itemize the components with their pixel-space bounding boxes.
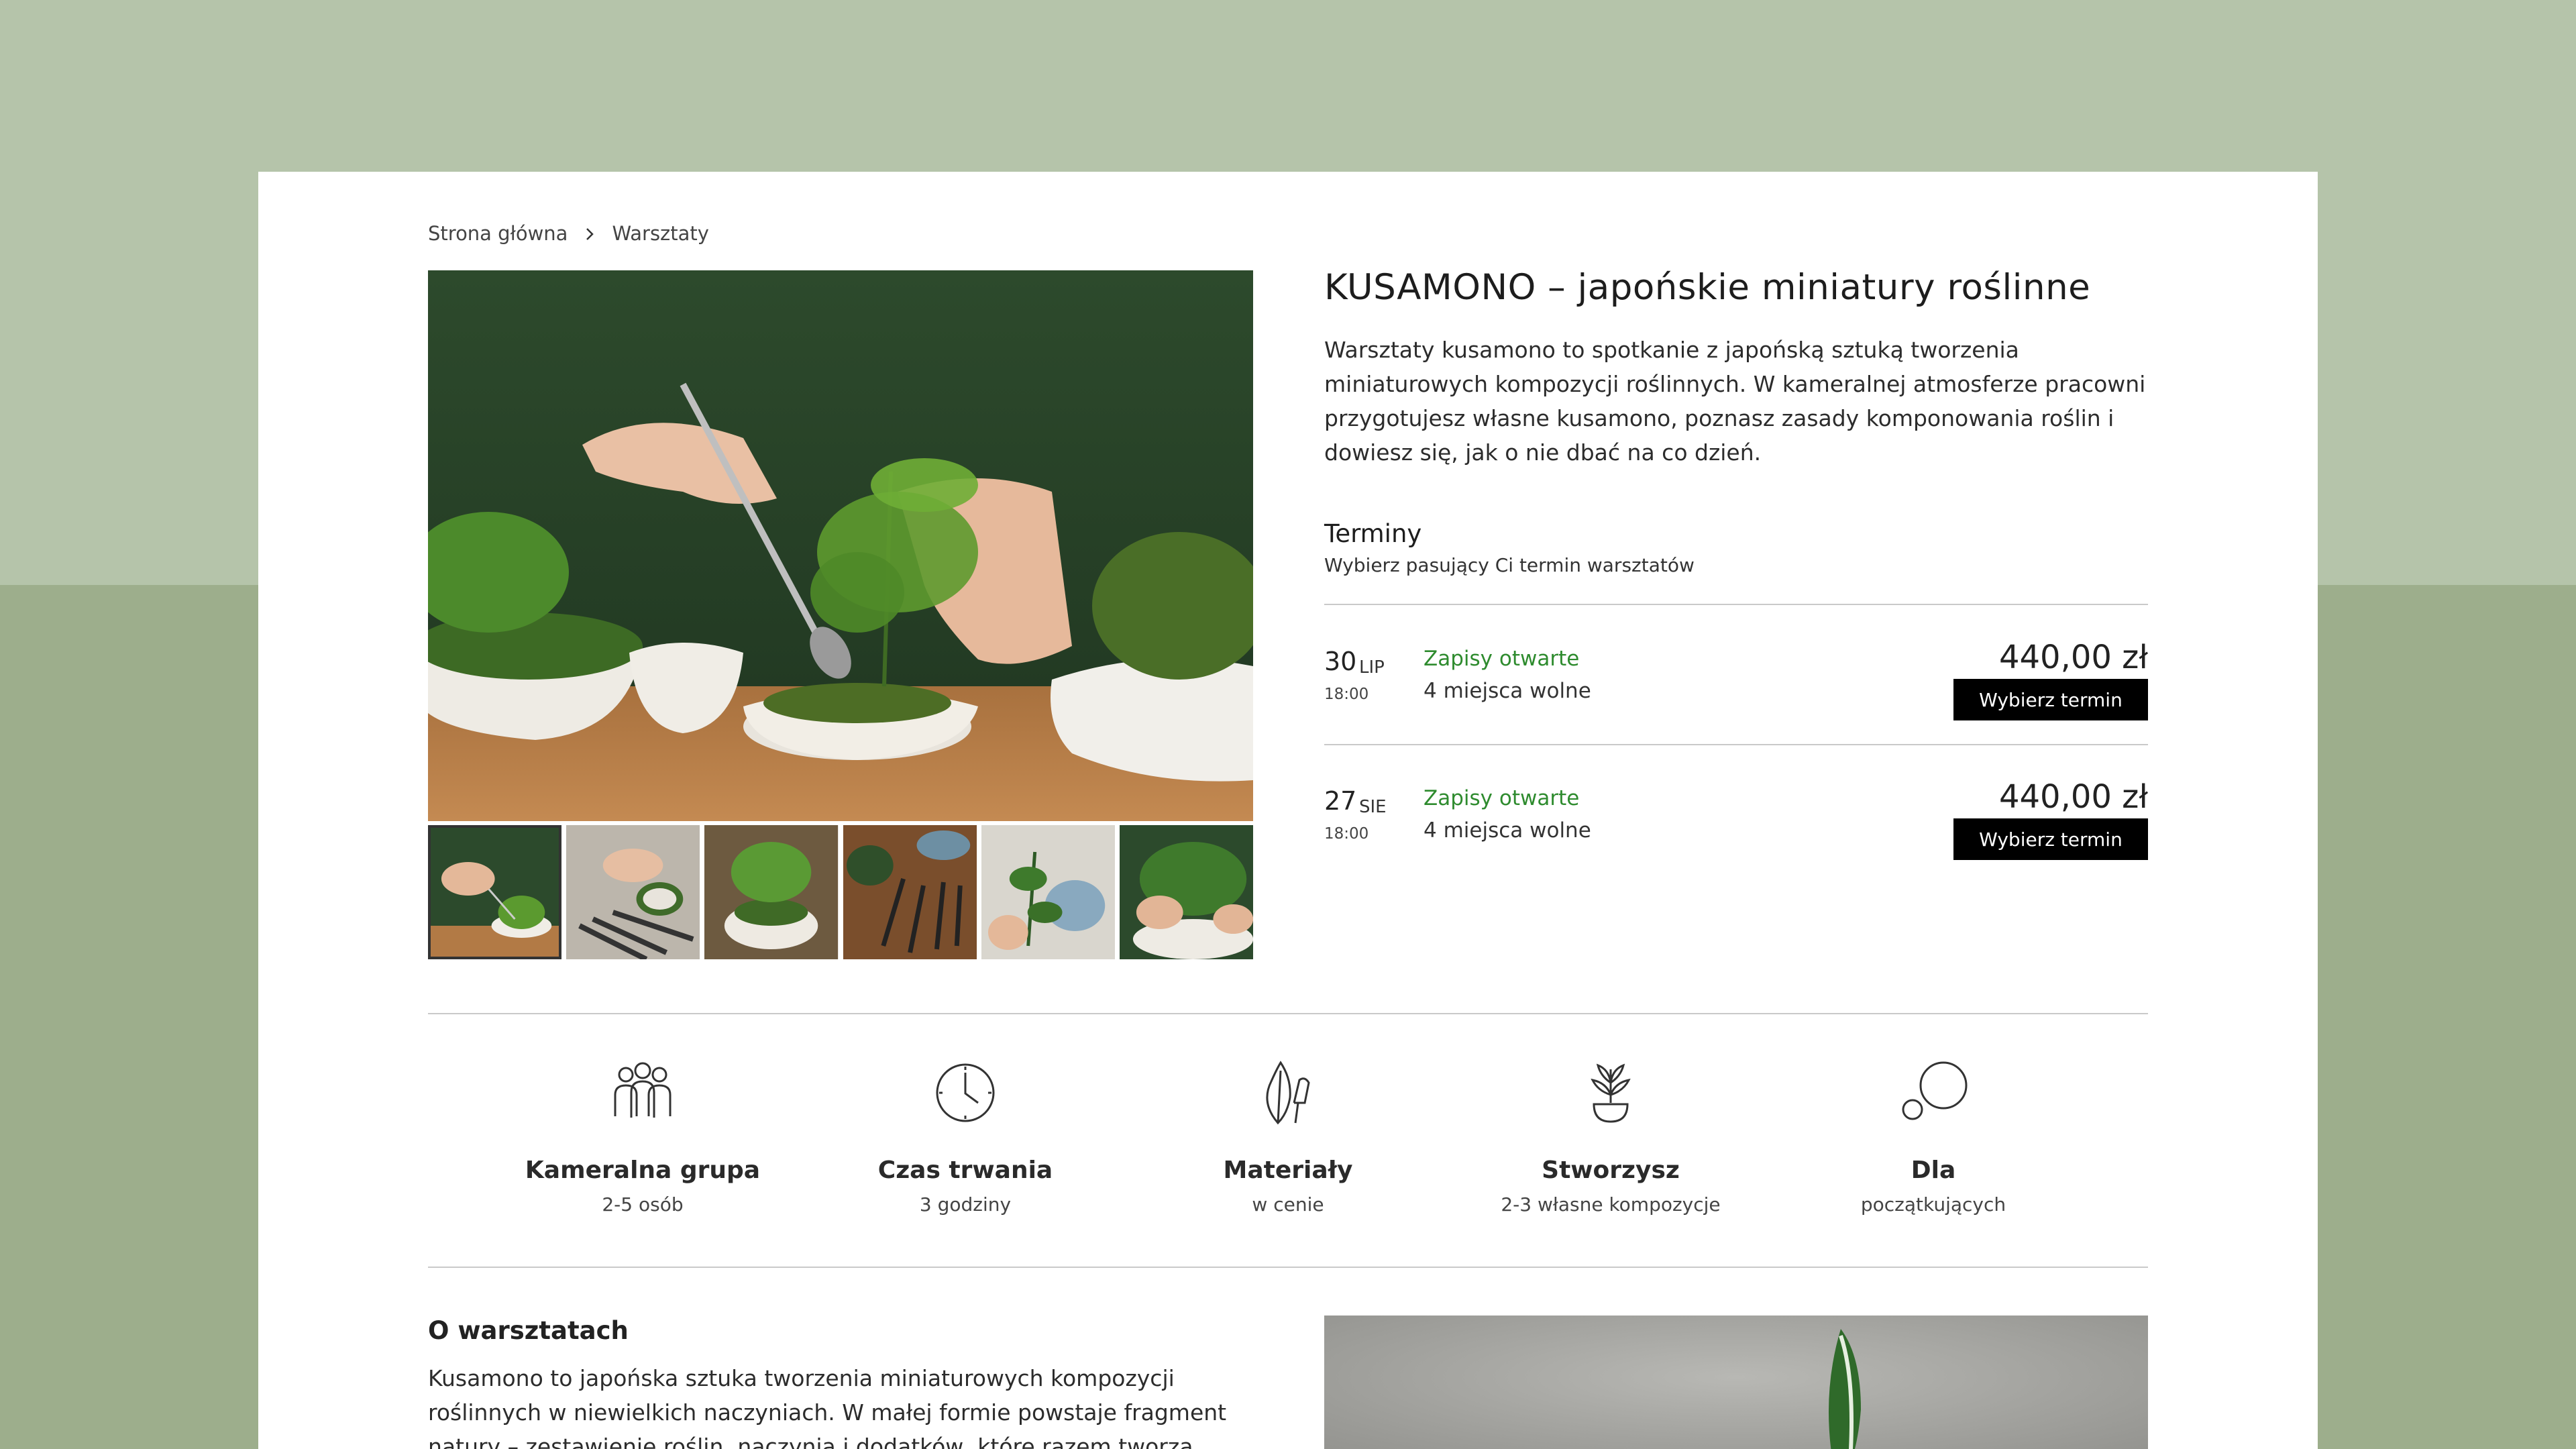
thumbnail-5[interactable]: [981, 825, 1115, 959]
about-heading: O warsztatach: [428, 1316, 629, 1345]
thumbnail-2[interactable]: [566, 825, 700, 959]
feature-title: Kameralna grupa: [525, 1157, 761, 1184]
term-seats: 4 miejsca wolne: [1424, 679, 1591, 703]
feature-subtitle: w cenie: [1252, 1193, 1324, 1216]
term-time: 18:00: [1324, 686, 1369, 703]
thumbnail-1[interactable]: [428, 825, 562, 959]
feature-subtitle: 2-3 własne kompozycje: [1501, 1193, 1721, 1216]
breadcrumb-home[interactable]: Strona główna: [428, 222, 568, 245]
term-price: 440,00 zł: [1998, 778, 2148, 816]
feature-title: Materiały: [1223, 1157, 1353, 1184]
clock-icon: [936, 1063, 995, 1122]
select-term-button[interactable]: Wybierz termin: [1953, 679, 2148, 720]
thumbnail-strip: [428, 825, 1254, 959]
product-description: Warsztaty kusamono to spotkanie z japońs…: [1324, 337, 2146, 466]
about-text: Kusamono to japońska sztuka tworzenia mi…: [428, 1365, 1227, 1449]
feature-subtitle: początkujących: [1860, 1193, 2006, 1216]
feature-item: Stworzysz 2-3 własne kompozycje: [1483, 1016, 1738, 1269]
term-status: Zapisy otwarte: [1424, 647, 1580, 671]
term-row: 30 LIP 18:00 Zapisy otwarte 4 miejsca wo…: [1324, 639, 2148, 754]
people-icon: [614, 1062, 672, 1118]
feature-title: Stworzysz: [1542, 1157, 1680, 1184]
feature-title: Dla: [1911, 1157, 1956, 1184]
circles-icon: [1902, 1061, 1968, 1120]
term-status: Zapisy otwarte: [1424, 786, 1580, 810]
divider: [428, 1013, 2148, 1014]
term-price: 440,00 zł: [1998, 639, 2148, 676]
divider: [1324, 604, 2148, 605]
feature-subtitle: 2-5 osób: [602, 1193, 684, 1216]
about-image: [1324, 1316, 2148, 1449]
feature-item: Materiały w cenie: [1161, 1016, 1415, 1269]
feature-item: Kameralna grupa 2-5 osób: [515, 1016, 770, 1269]
main-product-image[interactable]: [428, 270, 1253, 821]
chevron-right-icon: [581, 225, 598, 242]
term-month: SIE: [1359, 797, 1387, 817]
terms-heading: Terminy: [1324, 519, 1422, 548]
feature-item: Dla początkujących: [1806, 1016, 2061, 1269]
term-time: 18:00: [1324, 825, 1369, 843]
terms-subheading: Wybierz pasujący Ci termin warsztatów: [1324, 554, 1695, 576]
breadcrumb: Strona główna Warsztaty: [428, 220, 709, 247]
features-row: Kameralna grupa 2-5 osób Czas trwania 3 …: [428, 1016, 2148, 1269]
feature-subtitle: 3 godziny: [919, 1193, 1012, 1216]
divider: [428, 1267, 2148, 1268]
term-row: 27 SIE 18:00 Zapisy otwarte 4 miejsca wo…: [1324, 778, 2148, 894]
feature-item: Czas trwania 3 godziny: [838, 1016, 1093, 1269]
product-page: Strona główna Warsztaty KUSAMONO – japoń…: [258, 172, 2318, 1449]
term-day: 30: [1324, 647, 1357, 676]
divider: [1324, 744, 2148, 745]
term-seats: 4 miejsca wolne: [1424, 818, 1591, 843]
leaf-trowel-icon: [1266, 1061, 1310, 1125]
thumbnail-6[interactable]: [1119, 825, 1254, 959]
select-term-button[interactable]: Wybierz termin: [1953, 818, 2148, 860]
term-day: 27: [1324, 786, 1357, 816]
thumbnail-4[interactable]: [843, 825, 977, 959]
potted-plant-icon: [1591, 1063, 1631, 1123]
term-month: LIP: [1359, 657, 1385, 678]
breadcrumb-current[interactable]: Warsztaty: [612, 222, 709, 245]
feature-title: Czas trwania: [877, 1157, 1053, 1184]
product-title: KUSAMONO – japońskie miniatury roślinne: [1324, 267, 2091, 308]
thumbnail-3[interactable]: [704, 825, 839, 959]
